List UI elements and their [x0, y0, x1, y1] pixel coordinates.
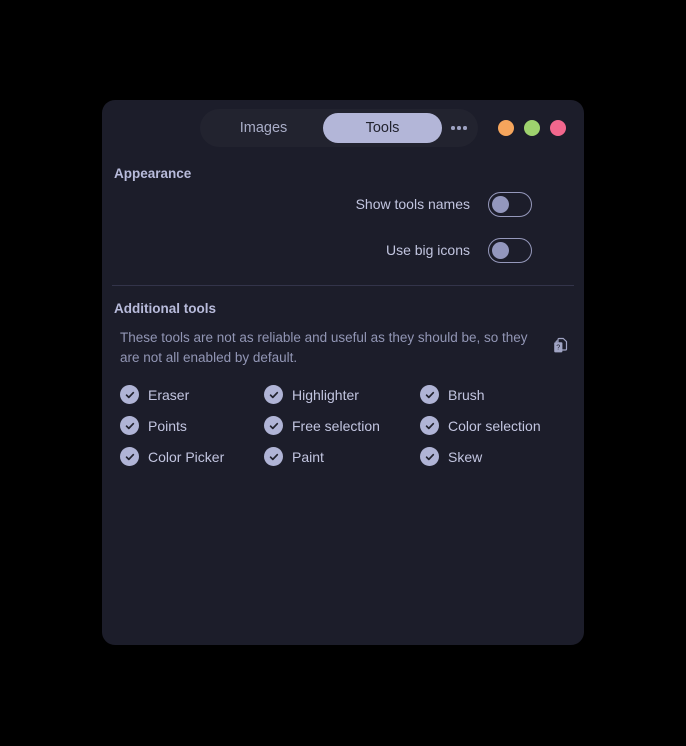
toggle-knob: [492, 241, 509, 259]
tool-label: Highlighter: [292, 386, 359, 403]
tool-checkbox-free-selection[interactable]: Free selection: [264, 416, 420, 436]
tool-label: Eraser: [148, 386, 190, 403]
setting-row-show-tools-names: Show tools names: [102, 181, 584, 227]
dot: [451, 126, 455, 130]
show-tools-names-label: Show tools names: [355, 196, 470, 212]
check-icon: [420, 385, 439, 405]
setting-row-use-big-icons: Use big icons: [102, 227, 584, 273]
appearance-section: Appearance Show tools names Use big icon…: [102, 156, 584, 273]
svg-text:?: ?: [556, 342, 560, 351]
use-big-icons-label: Use big icons: [385, 242, 470, 258]
check-icon: [264, 416, 283, 436]
tool-checkbox-color-selection[interactable]: Color selection: [420, 416, 584, 436]
check-icon: [264, 385, 283, 405]
tab-tools[interactable]: Tools: [323, 113, 442, 143]
close-button[interactable]: [550, 120, 566, 136]
tool-checkbox-points[interactable]: Points: [120, 416, 264, 436]
additional-tools-description: These tools are not as reliable and usef…: [120, 330, 528, 365]
maximize-button[interactable]: [524, 120, 540, 136]
description-row: These tools are not as reliable and usef…: [102, 316, 584, 367]
use-big-icons-toggle[interactable]: [488, 237, 532, 263]
tool-label: Skew: [448, 448, 483, 465]
tool-label: Points: [148, 417, 187, 434]
check-icon: [120, 447, 139, 467]
check-icon: [420, 416, 439, 436]
tool-checkbox-highlighter[interactable]: Highlighter: [264, 385, 420, 405]
tool-checkbox-skew[interactable]: Skew: [420, 447, 584, 467]
tool-label: Paint: [292, 448, 324, 465]
tab-images[interactable]: Images: [204, 113, 323, 143]
window-controls: [498, 120, 566, 136]
tool-checkbox-color-picker[interactable]: Color Picker: [120, 447, 264, 467]
dot: [457, 126, 461, 130]
additional-tools-section: Additional tools These tools are not as …: [102, 286, 584, 467]
help-docs-icon[interactable]: ?: [553, 337, 570, 359]
tool-checkbox-eraser[interactable]: Eraser: [120, 385, 264, 405]
tool-label: Color selection: [448, 417, 541, 434]
tool-label: Free selection: [292, 417, 380, 434]
window-header: Images Tools: [102, 100, 584, 156]
tab-bar: Images Tools: [200, 109, 478, 147]
dot: [463, 126, 467, 130]
additional-tools-grid: Eraser Highlighter Brush Points Free sel…: [102, 367, 584, 467]
tool-checkbox-paint[interactable]: Paint: [264, 447, 420, 467]
show-tools-names-toggle[interactable]: [488, 191, 532, 217]
check-icon: [120, 385, 139, 405]
tool-checkbox-brush[interactable]: Brush: [420, 385, 584, 405]
tool-label: Color Picker: [148, 448, 225, 465]
overflow-menu-icon[interactable]: [444, 113, 474, 143]
check-icon: [120, 416, 139, 436]
toggle-knob: [492, 195, 509, 213]
minimize-button[interactable]: [498, 120, 514, 136]
settings-window: Images Tools Appearance Show tools names…: [102, 100, 584, 645]
tool-label: Brush: [448, 386, 485, 403]
appearance-heading: Appearance: [114, 166, 192, 181]
check-icon: [420, 447, 439, 467]
additional-tools-heading: Additional tools: [114, 301, 216, 316]
check-icon: [264, 447, 283, 467]
